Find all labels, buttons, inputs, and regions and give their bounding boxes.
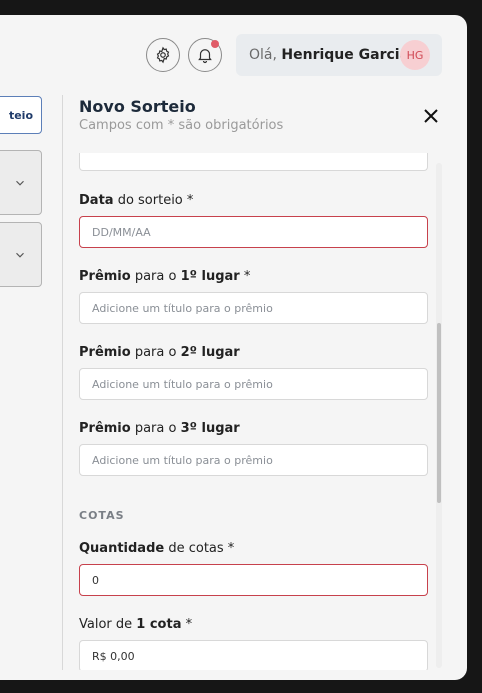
prize-2-input[interactable]: Adicione um título para o prêmio xyxy=(79,368,428,400)
prize-1-input[interactable]: Adicione um título para o prêmio xyxy=(79,292,428,324)
quantity-label: Quantidade de cotas * xyxy=(79,541,235,556)
left-tab-button[interactable]: teio xyxy=(0,96,42,134)
close-icon xyxy=(424,109,438,123)
drawer-title: Novo Sorteio xyxy=(79,97,196,116)
date-label: Data do sorteio * xyxy=(79,193,194,208)
greeting-prefix: Olá, xyxy=(249,47,282,63)
previous-field-input[interactable] xyxy=(79,153,428,171)
settings-button[interactable] xyxy=(146,38,180,72)
scrollbar[interactable] xyxy=(436,163,442,668)
left-collapsed-card[interactable] xyxy=(0,150,42,215)
close-button[interactable] xyxy=(420,105,442,127)
notification-badge xyxy=(211,40,219,48)
section-heading-cotas: COTAS xyxy=(79,509,125,522)
price-input[interactable]: R$ 0,00 xyxy=(79,640,428,670)
bell-icon xyxy=(198,49,212,64)
user-name: Henrique Garcia xyxy=(281,47,410,63)
chevron-down-icon xyxy=(16,252,24,258)
quantity-input[interactable]: 0 xyxy=(79,564,428,596)
app-window: Olá, Henrique Garcia HG teio Novo Sortei… xyxy=(0,15,467,680)
drawer-form[interactable]: Data do sorteio * DD/MM/AA Prêmio para o… xyxy=(63,153,458,670)
prize-2-label: Prêmio para o 2º lugar xyxy=(79,345,240,360)
date-input[interactable]: DD/MM/AA xyxy=(79,216,428,248)
avatar[interactable]: HG xyxy=(400,40,430,70)
price-label: Valor de 1 cota * xyxy=(79,617,193,632)
new-raffle-drawer: Novo Sorteio Campos com * são obrigatóri… xyxy=(62,95,457,670)
left-collapsed-card[interactable] xyxy=(0,222,42,287)
greeting-text: Olá, Henrique Garcia xyxy=(249,47,409,63)
drawer-subtitle: Campos com * são obrigatórios xyxy=(79,118,284,133)
user-menu[interactable]: Olá, Henrique Garcia HG xyxy=(236,34,442,76)
prize-1-label: Prêmio para o 1º lugar * xyxy=(79,269,251,284)
gear-icon xyxy=(156,46,170,64)
prize-3-label: Prêmio para o 3º lugar xyxy=(79,421,240,436)
scrollbar-thumb[interactable] xyxy=(437,323,441,503)
chevron-down-icon xyxy=(16,180,24,186)
prize-3-input[interactable]: Adicione um título para o prêmio xyxy=(79,444,428,476)
